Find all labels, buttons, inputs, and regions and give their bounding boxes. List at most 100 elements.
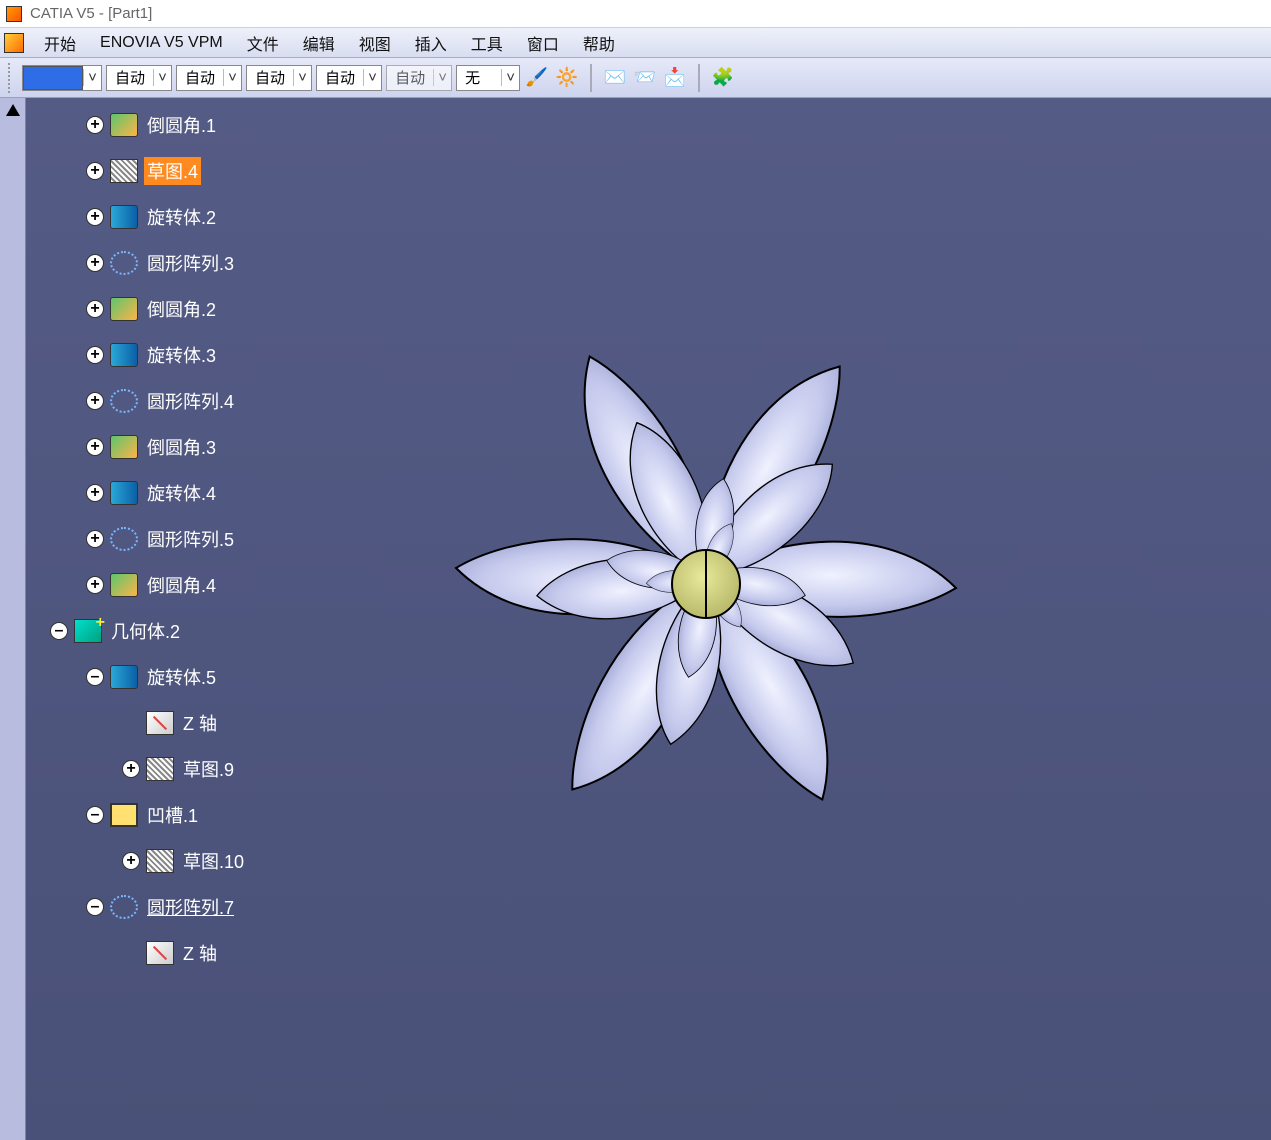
- window-title: CATIA V5 - [Part1]: [30, 5, 152, 22]
- tree-node-label[interactable]: 圆形阵列.4: [144, 387, 237, 415]
- tree-node[interactable]: + 倒圆角.4: [30, 562, 247, 608]
- menu-insert[interactable]: 插入: [403, 27, 459, 59]
- tree-node-label[interactable]: Z 轴: [180, 939, 220, 967]
- tree-node[interactable]: + 倒圆角.1: [30, 102, 247, 148]
- expander-icon[interactable]: +: [122, 852, 140, 870]
- color-swatch-combo[interactable]: ˅: [22, 65, 102, 91]
- mail-multi-icon[interactable]: 📨: [632, 65, 658, 91]
- tree-node[interactable]: Z 轴: [30, 700, 247, 746]
- titlebar: CATIA V5 - [Part1]: [0, 0, 1271, 28]
- revolve-icon: [110, 665, 138, 689]
- combo-5-disabled: 自动˅: [386, 65, 452, 91]
- start-icon[interactable]: [4, 33, 24, 53]
- tree-node[interactable]: + 圆形阵列.5: [30, 516, 247, 562]
- tree-node[interactable]: – 凹槽.1: [30, 792, 247, 838]
- tree-node-label[interactable]: 旋转体.2: [144, 203, 219, 231]
- tree-node[interactable]: + 圆形阵列.3: [30, 240, 247, 286]
- expander-icon[interactable]: +: [86, 346, 104, 364]
- toolbar: ˅ 自动˅ 自动˅ 自动˅ 自动˅ 自动˅ 无˅ 🖌️ 🔆 ✉️ 📨 📩 🧩: [0, 58, 1271, 98]
- tree-node-label[interactable]: 几何体.2: [108, 617, 183, 645]
- tree-node-label[interactable]: Z 轴: [180, 709, 220, 737]
- tree-node[interactable]: + 草图.9: [30, 746, 247, 792]
- pocket-icon: [110, 803, 138, 827]
- revolve-icon: [110, 481, 138, 505]
- expander-icon[interactable]: +: [86, 116, 104, 134]
- expander-icon[interactable]: +: [86, 300, 104, 318]
- tree-node-label[interactable]: 旋转体.3: [144, 341, 219, 369]
- expander-icon[interactable]: +: [86, 530, 104, 548]
- expander-icon[interactable]: –: [50, 622, 68, 640]
- toolbar-grip[interactable]: [8, 63, 14, 93]
- menu-edit[interactable]: 编辑: [291, 27, 347, 59]
- left-rail[interactable]: [0, 98, 26, 1140]
- tree-node-label[interactable]: 旋转体.5: [144, 663, 219, 691]
- tree-node[interactable]: + 倒圆角.2: [30, 286, 247, 332]
- tree-node-label[interactable]: 倒圆角.2: [144, 295, 219, 323]
- tree-node-label[interactable]: 圆形阵列.3: [144, 249, 237, 277]
- menu-tools[interactable]: 工具: [459, 27, 515, 59]
- pattern-icon: [110, 389, 138, 413]
- tree-node[interactable]: – 圆形阵列.7: [30, 884, 247, 930]
- combo-4[interactable]: 自动˅: [316, 65, 382, 91]
- menu-enovia[interactable]: ENOVIA V5 VPM: [88, 30, 235, 56]
- tree-node[interactable]: Z 轴: [30, 930, 247, 976]
- viewport-3d[interactable]: + 倒圆角.1 + 草图.4 + 旋转体.2 + 圆形阵列.3 + 倒圆角.2 + 旋转体.3 + 圆形阵…: [26, 98, 1271, 1140]
- menu-window[interactable]: 窗口: [515, 27, 571, 59]
- pattern-icon: [110, 527, 138, 551]
- tree-node[interactable]: + 圆形阵列.4: [30, 378, 247, 424]
- tree-node[interactable]: + 旋转体.3: [30, 332, 247, 378]
- expander-icon[interactable]: +: [86, 208, 104, 226]
- workspace: + 倒圆角.1 + 草图.4 + 旋转体.2 + 圆形阵列.3 + 倒圆角.2 + 旋转体.3 + 圆形阵…: [0, 98, 1271, 1140]
- component-icon[interactable]: 🧩: [710, 65, 736, 91]
- tree-node-label[interactable]: 倒圆角.1: [144, 111, 219, 139]
- tree-node[interactable]: – 旋转体.5: [30, 654, 247, 700]
- tree-node-label[interactable]: 草图.9: [180, 755, 237, 783]
- tree-node-label[interactable]: 圆形阵列.7: [144, 893, 237, 921]
- expander-icon[interactable]: +: [122, 760, 140, 778]
- tree-node[interactable]: + 草图.4: [30, 148, 247, 194]
- axis-icon: [146, 711, 174, 735]
- tree-node[interactable]: – 几何体.2: [30, 608, 247, 654]
- chevron-down-icon: ˅: [293, 69, 311, 86]
- tree-node-label[interactable]: 倒圆角.4: [144, 571, 219, 599]
- tree-node-label[interactable]: 草图.4: [144, 157, 201, 185]
- chevron-down-icon: ˅: [433, 69, 451, 86]
- tree-node-label[interactable]: 圆形阵列.5: [144, 525, 237, 553]
- menu-start[interactable]: 开始: [32, 27, 88, 59]
- combo-1[interactable]: 自动˅: [106, 65, 172, 91]
- highlight-icon[interactable]: 🔆: [554, 65, 580, 91]
- tree-node[interactable]: + 倒圆角.3: [30, 424, 247, 470]
- expander-icon[interactable]: +: [86, 576, 104, 594]
- expander-icon[interactable]: –: [86, 668, 104, 686]
- menu-view[interactable]: 视图: [347, 27, 403, 59]
- up-arrow-icon[interactable]: [6, 104, 20, 116]
- expander-icon[interactable]: –: [86, 898, 104, 916]
- spec-tree[interactable]: + 倒圆角.1 + 草图.4 + 旋转体.2 + 圆形阵列.3 + 倒圆角.2 + 旋转体.3 + 圆形阵…: [30, 102, 247, 976]
- menu-file[interactable]: 文件: [235, 27, 291, 59]
- expander-icon[interactable]: +: [86, 254, 104, 272]
- mail-icon[interactable]: ✉️: [602, 65, 628, 91]
- expander-icon[interactable]: +: [86, 438, 104, 456]
- chevron-down-icon: ˅: [153, 69, 171, 86]
- chevron-down-icon: ˅: [83, 69, 101, 86]
- tree-node[interactable]: + 旋转体.2: [30, 194, 247, 240]
- revolve-icon: [110, 205, 138, 229]
- combo-2[interactable]: 自动˅: [176, 65, 242, 91]
- expander-icon[interactable]: +: [86, 162, 104, 180]
- tree-node[interactable]: + 旋转体.4: [30, 470, 247, 516]
- tree-node-label[interactable]: 倒圆角.3: [144, 433, 219, 461]
- body-icon: [74, 619, 102, 643]
- tree-node[interactable]: + 草图.10: [30, 838, 247, 884]
- expander-icon[interactable]: +: [86, 484, 104, 502]
- tree-node-label[interactable]: 草图.10: [180, 847, 247, 875]
- tree-node-label[interactable]: 旋转体.4: [144, 479, 219, 507]
- expander-icon[interactable]: –: [86, 806, 104, 824]
- brush-icon[interactable]: 🖌️: [524, 65, 550, 91]
- fillet-icon: [110, 435, 138, 459]
- combo-3[interactable]: 自动˅: [246, 65, 312, 91]
- tree-node-label[interactable]: 凹槽.1: [144, 801, 201, 829]
- mail-help-icon[interactable]: 📩: [662, 65, 688, 91]
- menu-help[interactable]: 帮助: [571, 27, 627, 59]
- combo-6[interactable]: 无˅: [456, 65, 520, 91]
- expander-icon[interactable]: +: [86, 392, 104, 410]
